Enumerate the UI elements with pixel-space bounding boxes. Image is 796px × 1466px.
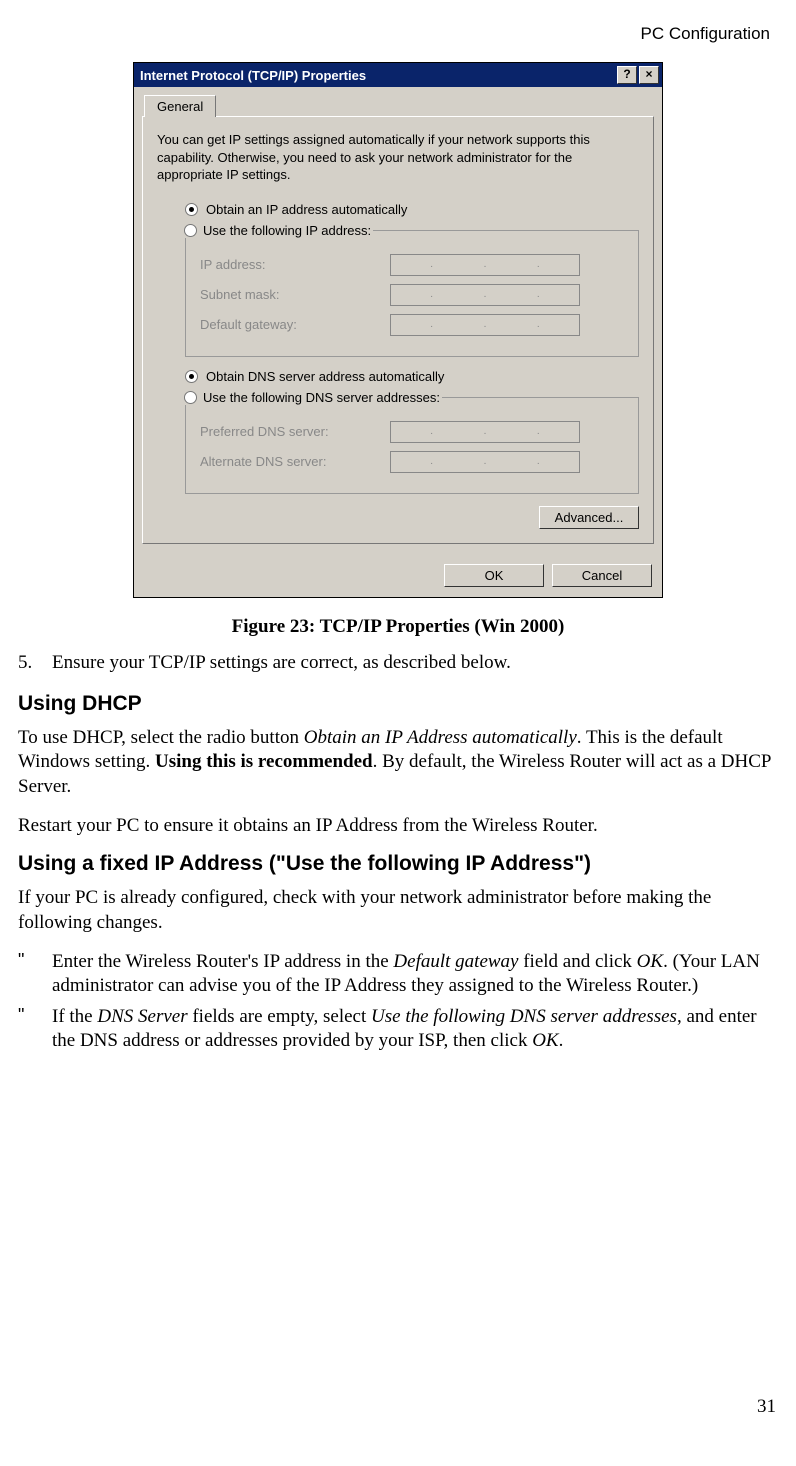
radio-use-dns[interactable]: Use the following DNS server addresses: <box>182 390 442 405</box>
field-subnet-mask[interactable]: ... <box>390 284 580 306</box>
radio-icon <box>185 370 198 383</box>
step-5: 5. Ensure your TCP/IP settings are corre… <box>18 652 778 674</box>
dialog-screenshot: Internet Protocol (TCP/IP) Properties ? … <box>18 62 778 598</box>
cancel-button[interactable]: Cancel <box>552 564 652 587</box>
bullet-1: " Enter the Wireless Router's IP address… <box>18 950 778 998</box>
ok-button[interactable]: OK <box>444 564 544 587</box>
para-fixed-1: If your PC is already configured, check … <box>18 886 778 935</box>
bullet-2: " If the DNS Server fields are empty, se… <box>18 1005 778 1053</box>
radio-label: Obtain an IP address automatically <box>206 202 407 217</box>
bullet-mark: " <box>18 950 52 998</box>
intro-text: You can get IP settings assigned automat… <box>157 131 639 184</box>
tcpip-dialog: Internet Protocol (TCP/IP) Properties ? … <box>133 62 663 598</box>
para-dhcp-2: Restart your PC to ensure it obtains an … <box>18 814 778 839</box>
titlebar: Internet Protocol (TCP/IP) Properties ? … <box>134 63 662 87</box>
label-default-gateway: Default gateway: <box>200 317 390 332</box>
radio-obtain-ip[interactable]: Obtain an IP address automatically <box>185 202 639 217</box>
page-number: 31 <box>757 1396 776 1418</box>
radio-label: Obtain DNS server address automatically <box>206 369 444 384</box>
bullet-body: If the DNS Server fields are empty, sele… <box>52 1005 778 1053</box>
help-button[interactable]: ? <box>617 66 637 84</box>
heading-using-dhcp: Using DHCP <box>18 692 778 716</box>
bullet-body: Enter the Wireless Router's IP address i… <box>52 950 778 998</box>
label-alternate-dns: Alternate DNS server: <box>200 454 390 469</box>
tab-general[interactable]: General <box>144 95 216 117</box>
field-default-gateway[interactable]: ... <box>390 314 580 336</box>
titlebar-text: Internet Protocol (TCP/IP) Properties <box>140 68 615 83</box>
radio-use-ip[interactable]: Use the following IP address: <box>182 223 373 238</box>
field-ip-address[interactable]: ... <box>390 254 580 276</box>
radio-icon <box>185 203 198 216</box>
group-use-dns: Use the following DNS server addresses: … <box>185 390 639 494</box>
label-subnet-mask: Subnet mask: <box>200 287 390 302</box>
page-header: PC Configuration <box>18 24 770 44</box>
tab-panel: You can get IP settings assigned automat… <box>142 116 654 544</box>
bullet-mark: " <box>18 1005 52 1053</box>
radio-obtain-dns[interactable]: Obtain DNS server address automatically <box>185 369 639 384</box>
radio-icon <box>184 391 197 404</box>
field-preferred-dns[interactable]: ... <box>390 421 580 443</box>
step-text: Ensure your TCP/IP settings are correct,… <box>52 652 778 674</box>
advanced-button[interactable]: Advanced... <box>539 506 639 529</box>
radio-label: Use the following DNS server addresses: <box>203 390 440 405</box>
label-ip-address: IP address: <box>200 257 390 272</box>
close-button[interactable]: × <box>639 66 659 84</box>
figure-caption: Figure 23: TCP/IP Properties (Win 2000) <box>18 616 778 638</box>
radio-label: Use the following IP address: <box>203 223 371 238</box>
heading-fixed-ip: Using a fixed IP Address ("Use the follo… <box>18 852 778 876</box>
radio-icon <box>184 224 197 237</box>
label-preferred-dns: Preferred DNS server: <box>200 424 390 439</box>
field-alternate-dns[interactable]: ... <box>390 451 580 473</box>
group-use-ip: Use the following IP address: IP address… <box>185 223 639 357</box>
para-dhcp-1: To use DHCP, select the radio button Obt… <box>18 726 778 800</box>
step-number: 5. <box>18 652 52 674</box>
